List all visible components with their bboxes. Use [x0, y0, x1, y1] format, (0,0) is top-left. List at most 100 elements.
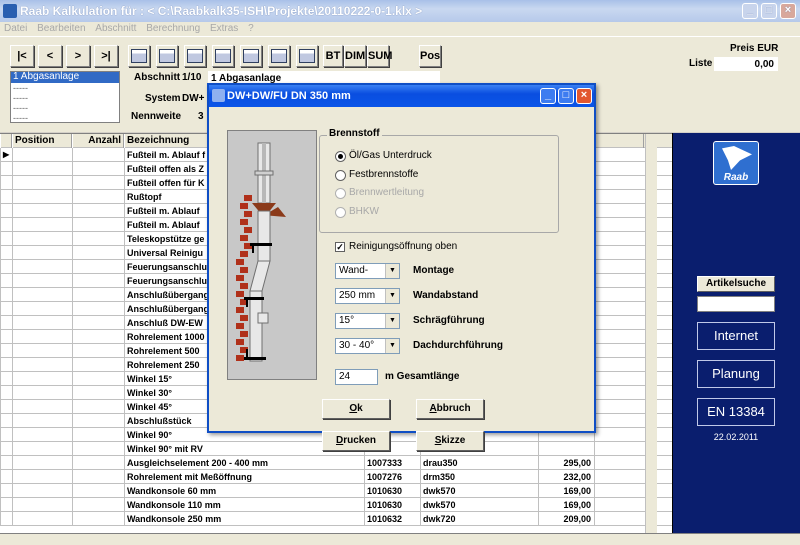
- delete-calc-icon: [299, 49, 315, 63]
- menu-help[interactable]: ?: [248, 23, 254, 34]
- drucken-button[interactable]: Drucken: [322, 431, 390, 451]
- schraegfuehrung-select[interactable]: 15° ▼: [335, 313, 400, 329]
- close-button[interactable]: ×: [780, 3, 796, 19]
- row-indicator: [0, 330, 12, 344]
- table-row[interactable]: Rohrelement mit Meßöffnung 1007276 drm350 2…: [0, 470, 672, 484]
- maximize-button[interactable]: □: [761, 3, 777, 19]
- schraegfuehrung-label: Schrägführung: [413, 315, 485, 326]
- last-button[interactable]: >|: [94, 45, 118, 67]
- delete-window-button[interactable]: [240, 45, 262, 67]
- next-button[interactable]: >: [66, 45, 90, 67]
- sum-button[interactable]: SUM: [367, 45, 392, 67]
- montage-value: Wand-: [339, 265, 369, 276]
- dialog-maximize-button[interactable]: □: [558, 88, 574, 104]
- abc-icon: [159, 49, 175, 63]
- bt-button[interactable]: BT: [323, 45, 343, 67]
- dim-button[interactable]: DIM: [344, 45, 366, 67]
- menu-berechnung[interactable]: Berechnung: [146, 23, 200, 34]
- reinigung-checkbox[interactable]: ✓ Reinigungsöffnung oben: [335, 240, 457, 254]
- prev-button[interactable]: <: [38, 45, 62, 67]
- montage-select[interactable]: Wand- ▼: [335, 263, 400, 279]
- cell-position: [12, 246, 72, 260]
- column-extra[interactable]: [594, 134, 644, 148]
- table-row[interactable]: Wandkonsole 110 mm 1010630 dwk570 169,00: [0, 498, 672, 512]
- gesamtlaenge-input[interactable]: 24: [335, 369, 378, 385]
- wandabstand-select[interactable]: 250 mm ▼: [335, 288, 400, 304]
- chimney-sketch: [236, 142, 286, 362]
- abbruch-button[interactable]: Abbruch: [416, 399, 484, 419]
- calc-button[interactable]: [268, 45, 290, 67]
- minimize-button[interactable]: _: [742, 3, 758, 19]
- section-list[interactable]: 1 Abgasanlage ----- ----- ----- -----: [10, 71, 120, 123]
- row-indicator: [0, 176, 12, 190]
- cell-extra: [594, 176, 644, 190]
- artikelsuche-input[interactable]: [697, 296, 775, 312]
- dialog-close-button[interactable]: ×: [576, 88, 592, 104]
- raab-bird-icon: [722, 146, 752, 170]
- cell-anzahl: [72, 512, 124, 526]
- skizze-button[interactable]: Skizze: [416, 431, 484, 451]
- gesamtlaenge-label: m Gesamtlänge: [385, 371, 460, 382]
- cell-position: [12, 400, 72, 414]
- dachdurchfuehrung-select[interactable]: 30 - 40° ▼: [335, 338, 400, 354]
- menu-datei[interactable]: Datei: [4, 23, 27, 34]
- table-row[interactable]: Wandkonsole 250 mm 1010632 dwk720 209,00: [0, 512, 672, 526]
- radio-brennwertleitung[interactable]: Brennwertleitung: [335, 186, 424, 200]
- artikelsuche-button[interactable]: Artikelsuche: [697, 276, 775, 292]
- radio-festbrennstoffe[interactable]: Festbrennstoffe: [335, 168, 418, 182]
- column-position[interactable]: Position: [12, 134, 72, 148]
- abc-button[interactable]: [156, 45, 178, 67]
- calculator-icon: [271, 49, 287, 63]
- table-row[interactable]: Wandkonsole 60 mm 1010630 dwk570 169,00: [0, 484, 672, 498]
- home-button[interactable]: [128, 45, 150, 67]
- cell-anzahl: [72, 456, 124, 470]
- cell-position: [12, 344, 72, 358]
- section-item[interactable]: -----: [11, 103, 119, 113]
- cell-position: [12, 470, 72, 484]
- section-item[interactable]: -----: [11, 83, 119, 93]
- cell-position: [12, 218, 72, 232]
- cell-extra: [594, 302, 644, 316]
- home-icon: [131, 49, 147, 63]
- cell-extra: [594, 260, 644, 274]
- cell-anzahl: [72, 204, 124, 218]
- dialog-minimize-button[interactable]: _: [540, 88, 556, 104]
- internet-button[interactable]: Internet: [697, 322, 775, 350]
- section-item[interactable]: 1 Abgasanlage: [11, 72, 119, 83]
- cell-kurz: dwk570: [420, 498, 538, 512]
- radio-oel-gas[interactable]: Öl/Gas Unterdruck: [335, 149, 432, 163]
- copy-window-button[interactable]: [212, 45, 234, 67]
- vertical-scrollbar[interactable]: [645, 134, 657, 533]
- section-item[interactable]: -----: [11, 93, 119, 103]
- pos-button[interactable]: Pos: [419, 45, 441, 67]
- cell-position: [12, 442, 72, 456]
- row-indicator: [0, 302, 12, 316]
- cell-anzahl: [72, 428, 124, 442]
- cell-position: [12, 260, 72, 274]
- app-icon: [3, 4, 17, 18]
- en13384-button[interactable]: EN 13384: [697, 398, 775, 426]
- radio-bhkw[interactable]: BHKW: [335, 205, 379, 219]
- menu-abschnitt[interactable]: Abschnitt: [95, 23, 136, 34]
- row-indicator: [0, 498, 12, 512]
- chimney-diagram: [227, 130, 317, 380]
- row-indicator: [0, 218, 12, 232]
- first-button[interactable]: |<: [10, 45, 34, 67]
- delete-calc-button[interactable]: [296, 45, 318, 67]
- wandabstand-label: Wandabstand: [413, 290, 479, 301]
- section-item[interactable]: -----: [11, 113, 119, 123]
- cell-artnr: 1010630: [364, 484, 420, 498]
- cell-anzahl: [72, 358, 124, 372]
- menu-extras[interactable]: Extras: [210, 23, 238, 34]
- menu-bearbeiten[interactable]: Bearbeiten: [37, 23, 85, 34]
- cell-anzahl: [72, 162, 124, 176]
- ok-button[interactable]: Ok: [322, 399, 390, 419]
- table-row[interactable]: [0, 526, 672, 533]
- cell-preis: 232,00: [538, 470, 594, 484]
- table-row[interactable]: Ausgleichselement 200 - 400 mm 1007333 dra…: [0, 456, 672, 470]
- column-anzahl[interactable]: Anzahl: [72, 134, 124, 148]
- window-button[interactable]: [184, 45, 206, 67]
- chevron-down-icon: ▼: [385, 339, 399, 353]
- cell-preis: 169,00: [538, 484, 594, 498]
- planung-button[interactable]: Planung: [697, 360, 775, 388]
